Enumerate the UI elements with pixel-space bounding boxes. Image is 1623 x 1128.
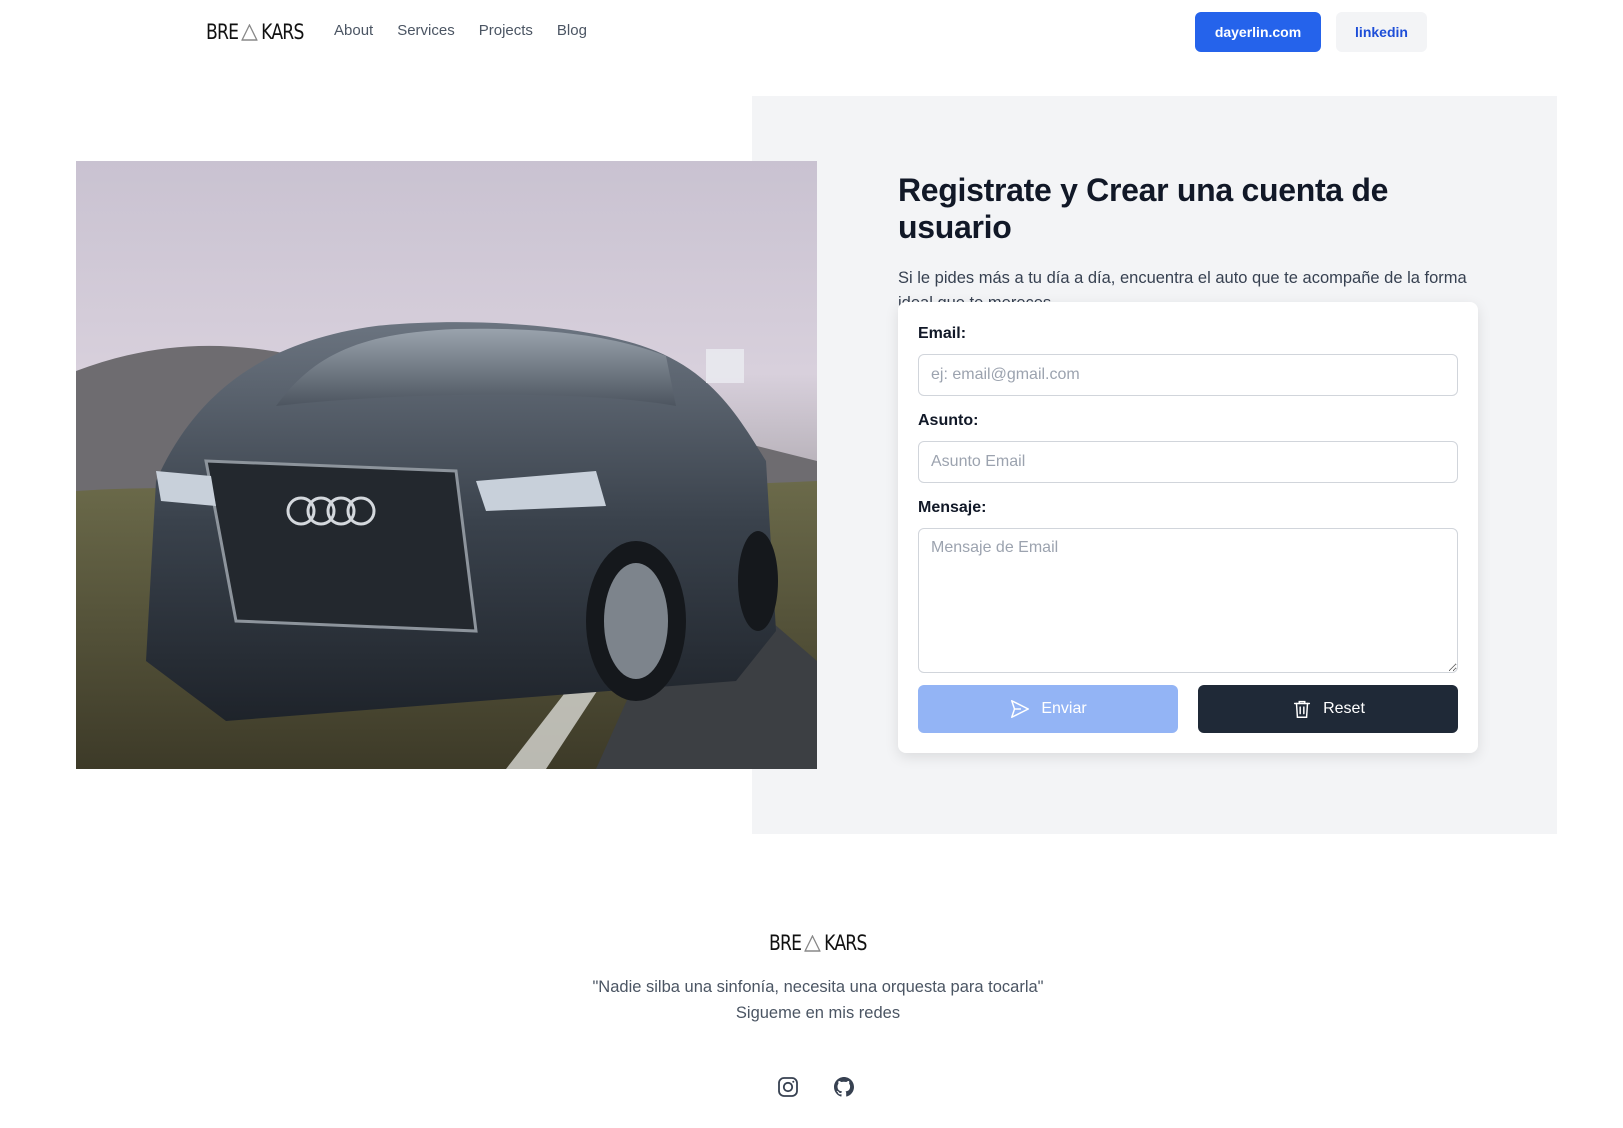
- reset-label: Reset: [1323, 700, 1365, 717]
- subject-input[interactable]: [918, 441, 1458, 483]
- logo-text-right: KARS: [261, 20, 304, 44]
- form-intro: Registrate y Crear una cuenta de usuario…: [898, 172, 1478, 316]
- send-icon: [1011, 700, 1030, 718]
- nav-link-services[interactable]: Services: [397, 22, 455, 39]
- submit-button[interactable]: Enviar: [918, 685, 1178, 733]
- footer-quote: "Nadie silba una sinfonía, necesita una …: [592, 978, 1044, 996]
- subject-label: Asunto:: [918, 412, 979, 429]
- logo[interactable]: BRE KARS: [206, 20, 304, 44]
- page-title: Registrate y Crear una cuenta de usuario: [898, 172, 1389, 245]
- submit-label: Enviar: [1041, 700, 1087, 717]
- message-textarea[interactable]: [918, 528, 1458, 673]
- page: BRE KARS About Services Projects Blog da…: [0, 0, 1623, 1128]
- footer-logo-triangle-icon: [804, 934, 821, 952]
- car-photo: [76, 161, 817, 769]
- reset-button[interactable]: Reset: [1198, 685, 1458, 733]
- footer-logo-text-left: BRE: [769, 931, 802, 955]
- dayerlin-button[interactable]: dayerlin.com: [1195, 12, 1321, 52]
- nav-links: About Services Projects Blog: [334, 22, 587, 39]
- trash-icon: [1294, 700, 1311, 718]
- logo-text-left: BRE: [206, 20, 239, 44]
- footer-follow-text: Sigueme en mis redes: [735, 1004, 901, 1022]
- linkedin-button[interactable]: linkedin: [1336, 12, 1427, 52]
- navbar: BRE KARS About Services Projects Blog da…: [0, 0, 1623, 64]
- instagram-icon[interactable]: [776, 1075, 800, 1099]
- logo-triangle-icon: [241, 23, 258, 41]
- contact-form: Email: Asunto: Mensaje: Enviar Reset: [898, 302, 1478, 753]
- nav-link-projects[interactable]: Projects: [479, 22, 533, 39]
- email-input[interactable]: [918, 354, 1458, 396]
- email-label: Email:: [918, 325, 967, 342]
- message-label: Mensaje:: [918, 499, 987, 516]
- footer-logo-text-right: KARS: [824, 931, 867, 955]
- nav-link-about[interactable]: About: [334, 22, 373, 39]
- github-icon[interactable]: [832, 1075, 856, 1099]
- nav-link-blog[interactable]: Blog: [557, 22, 587, 39]
- footer-logo[interactable]: BRE KARS: [769, 931, 867, 955]
